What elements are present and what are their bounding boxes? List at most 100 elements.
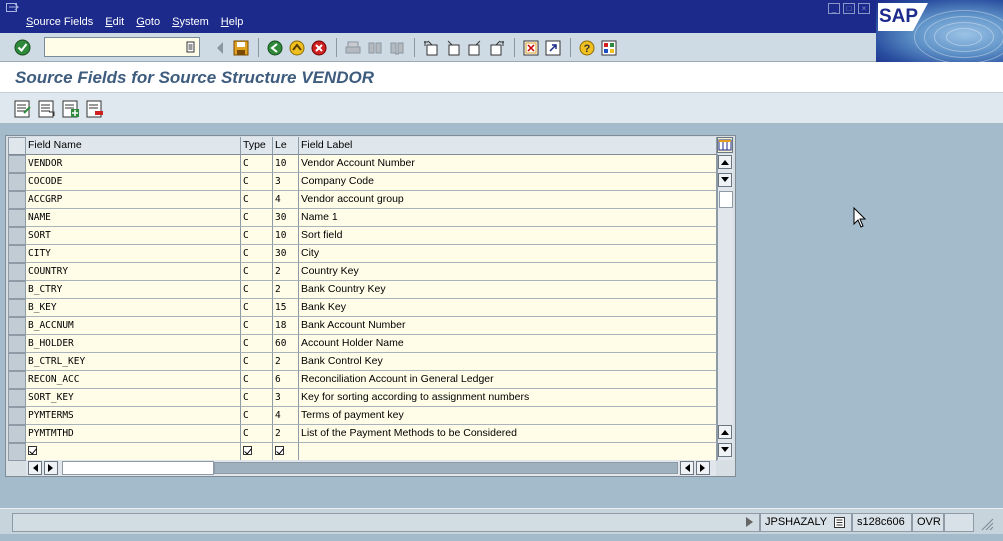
row-selector[interactable]: [8, 281, 26, 299]
page-down-icon[interactable]: [718, 173, 732, 187]
row-selector[interactable]: [8, 353, 26, 371]
next-page-icon[interactable]: [466, 39, 483, 56]
status-mode[interactable]: OVR: [912, 513, 944, 532]
cell-field-name[interactable]: NAME: [26, 209, 241, 227]
arrow-left-icon[interactable]: [211, 39, 228, 56]
scroll-left-icon[interactable]: [28, 461, 42, 475]
row-selector[interactable]: [8, 155, 26, 173]
help-icon[interactable]: ?: [578, 39, 595, 56]
command-history-icon[interactable]: [186, 41, 195, 53]
table-row[interactable]: COCODE C 3 Company Code: [6, 173, 717, 191]
table-row[interactable]: B_CTRL_KEY C 2 Bank Control Key: [6, 353, 717, 371]
close-window-icon[interactable]: ×: [858, 3, 870, 14]
cell-field-name[interactable]: SORT: [26, 227, 241, 245]
cell-type[interactable]: C: [241, 407, 273, 425]
table-row[interactable]: SORT_KEY C 3 Key for sorting according to a…: [6, 389, 717, 407]
column-config-icon[interactable]: [717, 137, 733, 153]
cell-length[interactable]: 30: [273, 209, 299, 227]
cell-type[interactable]: C: [241, 389, 273, 407]
row-selector[interactable]: [8, 173, 26, 191]
cell-field-name[interactable]: VENDOR: [26, 155, 241, 173]
checkbox-icon[interactable]: [275, 446, 284, 455]
status-expand-icon[interactable]: [746, 517, 754, 530]
cell-field-name[interactable]: RECON_ACC: [26, 371, 241, 389]
horizontal-scroll-track[interactable]: [214, 462, 678, 474]
row-selector[interactable]: [8, 299, 26, 317]
cell-length[interactable]: 4: [273, 407, 299, 425]
cell-field-name[interactable]: B_KEY: [26, 299, 241, 317]
cell-field-label[interactable]: Name 1: [299, 209, 717, 227]
cell-field-name[interactable]: COCODE: [26, 173, 241, 191]
column-scroll-right-icon[interactable]: [696, 461, 710, 475]
cell-field-label[interactable]: Bank Control Key: [299, 353, 717, 371]
cell-field-label[interactable]: Company Code: [299, 173, 717, 191]
cell-field-label[interactable]: Bank Key: [299, 299, 717, 317]
col-header-length[interactable]: Le: [273, 137, 299, 155]
cell-type[interactable]: C: [241, 155, 273, 173]
cell-field-label[interactable]: Sort field: [299, 227, 717, 245]
cell-field-label[interactable]: Reconciliation Account in General Ledger: [299, 371, 717, 389]
find-next-icon[interactable]: [388, 39, 405, 56]
cell-type[interactable]: C: [241, 335, 273, 353]
maximize-icon[interactable]: □: [843, 3, 855, 14]
cell-field-name[interactable]: ACCGRP: [26, 191, 241, 209]
cell-type[interactable]: C: [241, 353, 273, 371]
cell-field-name[interactable]: CITY: [26, 245, 241, 263]
table-row[interactable]: PYMTERMS C 4 Terms of payment key: [6, 407, 717, 425]
cell-length[interactable]: 3: [273, 389, 299, 407]
menu-edit[interactable]: Edit: [105, 16, 124, 28]
col-header-field-name[interactable]: Field Name: [26, 137, 241, 155]
resize-grip-icon[interactable]: [980, 517, 994, 534]
row-selector[interactable]: [8, 425, 26, 443]
table-row[interactable]: B_HOLDER C 60 Account Holder Name: [6, 335, 717, 353]
table-row[interactable]: ACCGRP C 4 Vendor account group: [6, 191, 717, 209]
row-selector[interactable]: [8, 209, 26, 227]
select-all-button[interactable]: [8, 137, 26, 155]
row-selector[interactable]: [8, 263, 26, 281]
find-icon[interactable]: [366, 39, 383, 56]
cell-length[interactable]: 2: [273, 263, 299, 281]
display-change-icon[interactable]: [14, 100, 32, 118]
cell-field-label-empty[interactable]: [299, 443, 717, 461]
previous-page-icon[interactable]: [444, 39, 461, 56]
row-selector[interactable]: [8, 407, 26, 425]
cell-field-label[interactable]: Bank Account Number: [299, 317, 717, 335]
cell-type[interactable]: C: [241, 173, 273, 191]
menu-source-fields[interactable]: Source Fields: [26, 16, 93, 28]
table-row-empty[interactable]: [6, 443, 717, 461]
checkbox-icon[interactable]: [243, 446, 252, 455]
cancel-icon[interactable]: [310, 39, 327, 56]
cell-field-label[interactable]: Country Key: [299, 263, 717, 281]
menu-goto[interactable]: Goto: [136, 16, 160, 28]
cell-length[interactable]: 60: [273, 335, 299, 353]
scroll-down-icon[interactable]: [718, 443, 732, 457]
system-menu-icon[interactable]: [6, 3, 20, 15]
row-selector[interactable]: [8, 317, 26, 335]
table-row[interactable]: SORT C 10 Sort field: [6, 227, 717, 245]
table-row[interactable]: B_ACCNUM C 18 Bank Account Number: [6, 317, 717, 335]
insert-row-icon[interactable]: [62, 100, 80, 118]
table-row[interactable]: NAME C 30 Name 1: [6, 209, 717, 227]
page-up-icon[interactable]: [718, 425, 732, 439]
cell-type[interactable]: C: [241, 371, 273, 389]
cell-length[interactable]: 10: [273, 227, 299, 245]
cell-length[interactable]: 18: [273, 317, 299, 335]
cell-length[interactable]: 6: [273, 371, 299, 389]
vertical-scrollbar[interactable]: [717, 154, 733, 460]
cell-field-label[interactable]: Bank Country Key: [299, 281, 717, 299]
cell-field-label[interactable]: List of the Payment Methods to be Consid…: [299, 425, 717, 443]
cell-field-name[interactable]: COUNTRY: [26, 263, 241, 281]
horizontal-scrollbar[interactable]: [26, 460, 716, 476]
cell-length[interactable]: 3: [273, 173, 299, 191]
command-input[interactable]: [45, 38, 183, 56]
scroll-up-icon[interactable]: [718, 155, 732, 169]
cell-length[interactable]: 2: [273, 425, 299, 443]
vertical-scroll-thumb[interactable]: [719, 191, 733, 208]
menu-system[interactable]: System: [172, 16, 209, 28]
row-selector[interactable]: [8, 371, 26, 389]
cell-field-label[interactable]: City: [299, 245, 717, 263]
cell-length[interactable]: 15: [273, 299, 299, 317]
delete-row-icon[interactable]: [86, 100, 104, 118]
cell-field-name[interactable]: PYMTERMS: [26, 407, 241, 425]
cell-field-name[interactable]: SORT_KEY: [26, 389, 241, 407]
